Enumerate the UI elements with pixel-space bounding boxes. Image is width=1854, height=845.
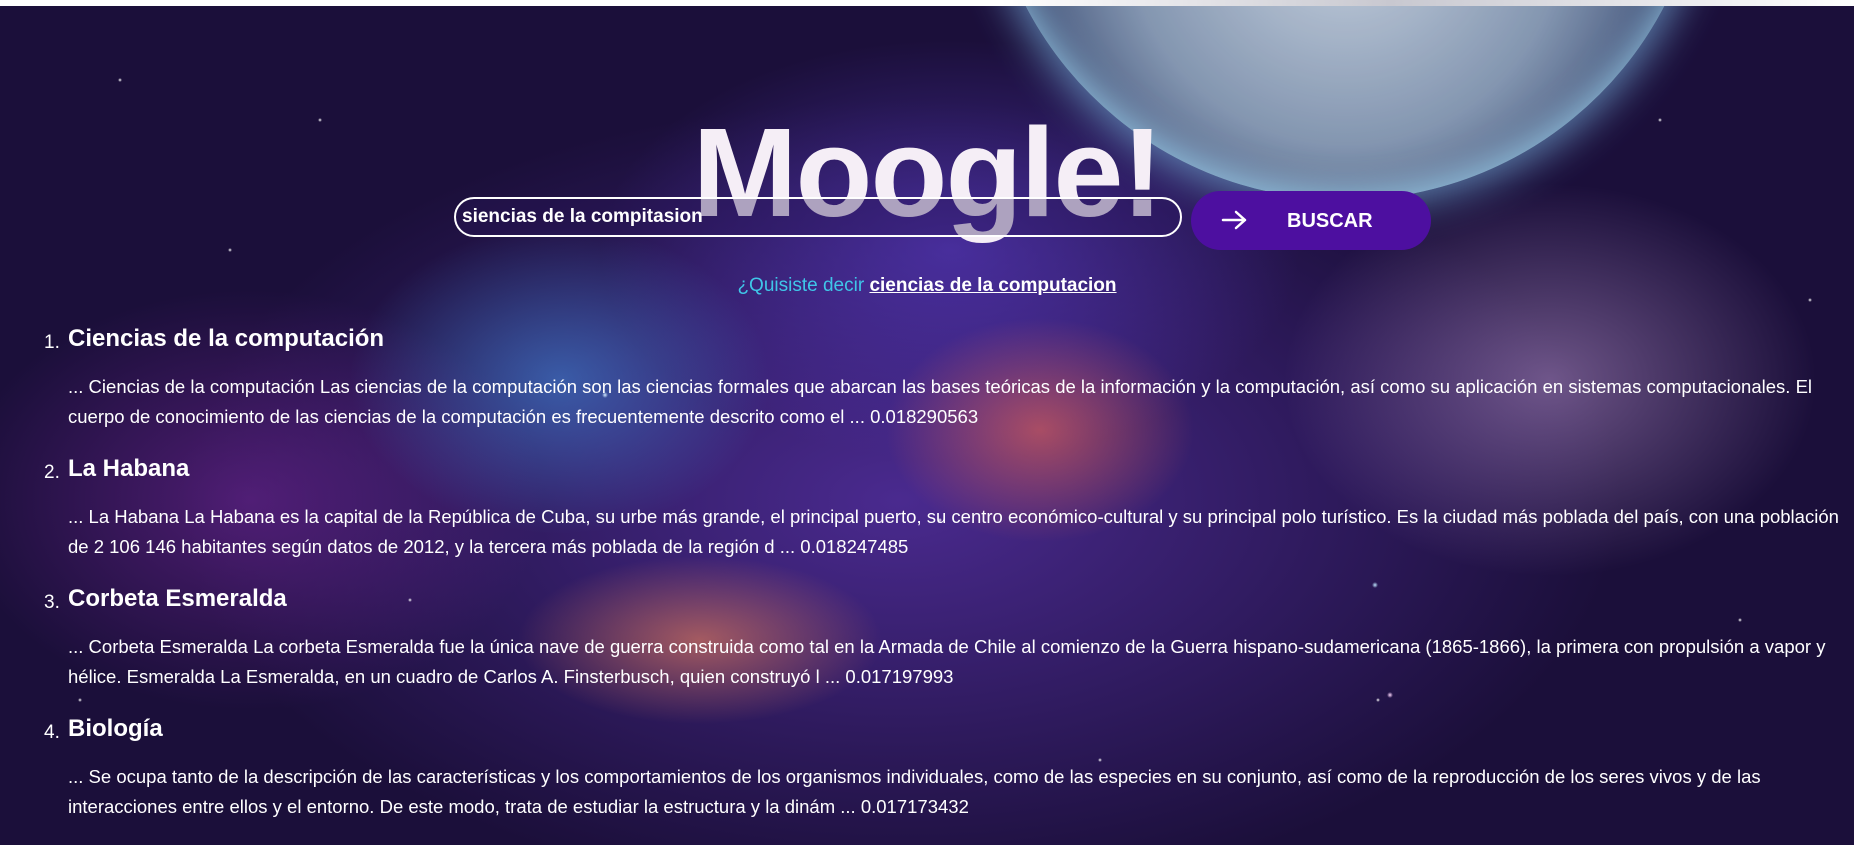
top-strip bbox=[0, 0, 1854, 6]
result-item: 3. Corbeta Esmeralda ... Corbeta Esmeral… bbox=[0, 582, 1854, 712]
result-snippet: ... Se ocupa tanto de la descripción de … bbox=[68, 766, 1761, 817]
result-title[interactable]: Ciencias de la computación bbox=[68, 325, 384, 353]
result-title[interactable]: La Habana bbox=[68, 455, 189, 483]
result-item: 1. Ciencias de la computación ... Cienci… bbox=[0, 322, 1854, 452]
result-number: 4. bbox=[44, 722, 60, 743]
result-item: 4. Biología ... Se ocupa tanto de la des… bbox=[0, 712, 1854, 842]
result-snippet: ... Corbeta Esmeralda La corbeta Esmeral… bbox=[68, 636, 1826, 687]
arrow-right-icon bbox=[1221, 210, 1247, 230]
result-number: 1. bbox=[44, 332, 60, 353]
did-you-mean: ¿Quisiste decir ciencias de la computaci… bbox=[0, 275, 1854, 297]
did-you-mean-prompt: ¿Quisiste decir bbox=[737, 275, 865, 296]
result-snippet: ... Ciencias de la computación Las cienc… bbox=[68, 376, 1813, 427]
search-button-label: BUSCAR bbox=[1287, 210, 1373, 232]
result-number: 2. bbox=[44, 462, 60, 483]
results-list: 1. Ciencias de la computación ... Cienci… bbox=[0, 322, 1854, 842]
result-title[interactable]: Biología bbox=[68, 715, 163, 743]
search-button[interactable]: BUSCAR bbox=[1191, 191, 1431, 250]
search-input[interactable] bbox=[454, 197, 1182, 237]
result-snippet: ... La Habana La Habana es la capital de… bbox=[68, 506, 1839, 557]
result-number: 3. bbox=[44, 592, 60, 613]
did-you-mean-link[interactable]: ciencias de la computacion bbox=[869, 275, 1116, 296]
result-title[interactable]: Corbeta Esmeralda bbox=[68, 585, 287, 613]
result-item: 2. La Habana ... La Habana La Habana es … bbox=[0, 452, 1854, 582]
